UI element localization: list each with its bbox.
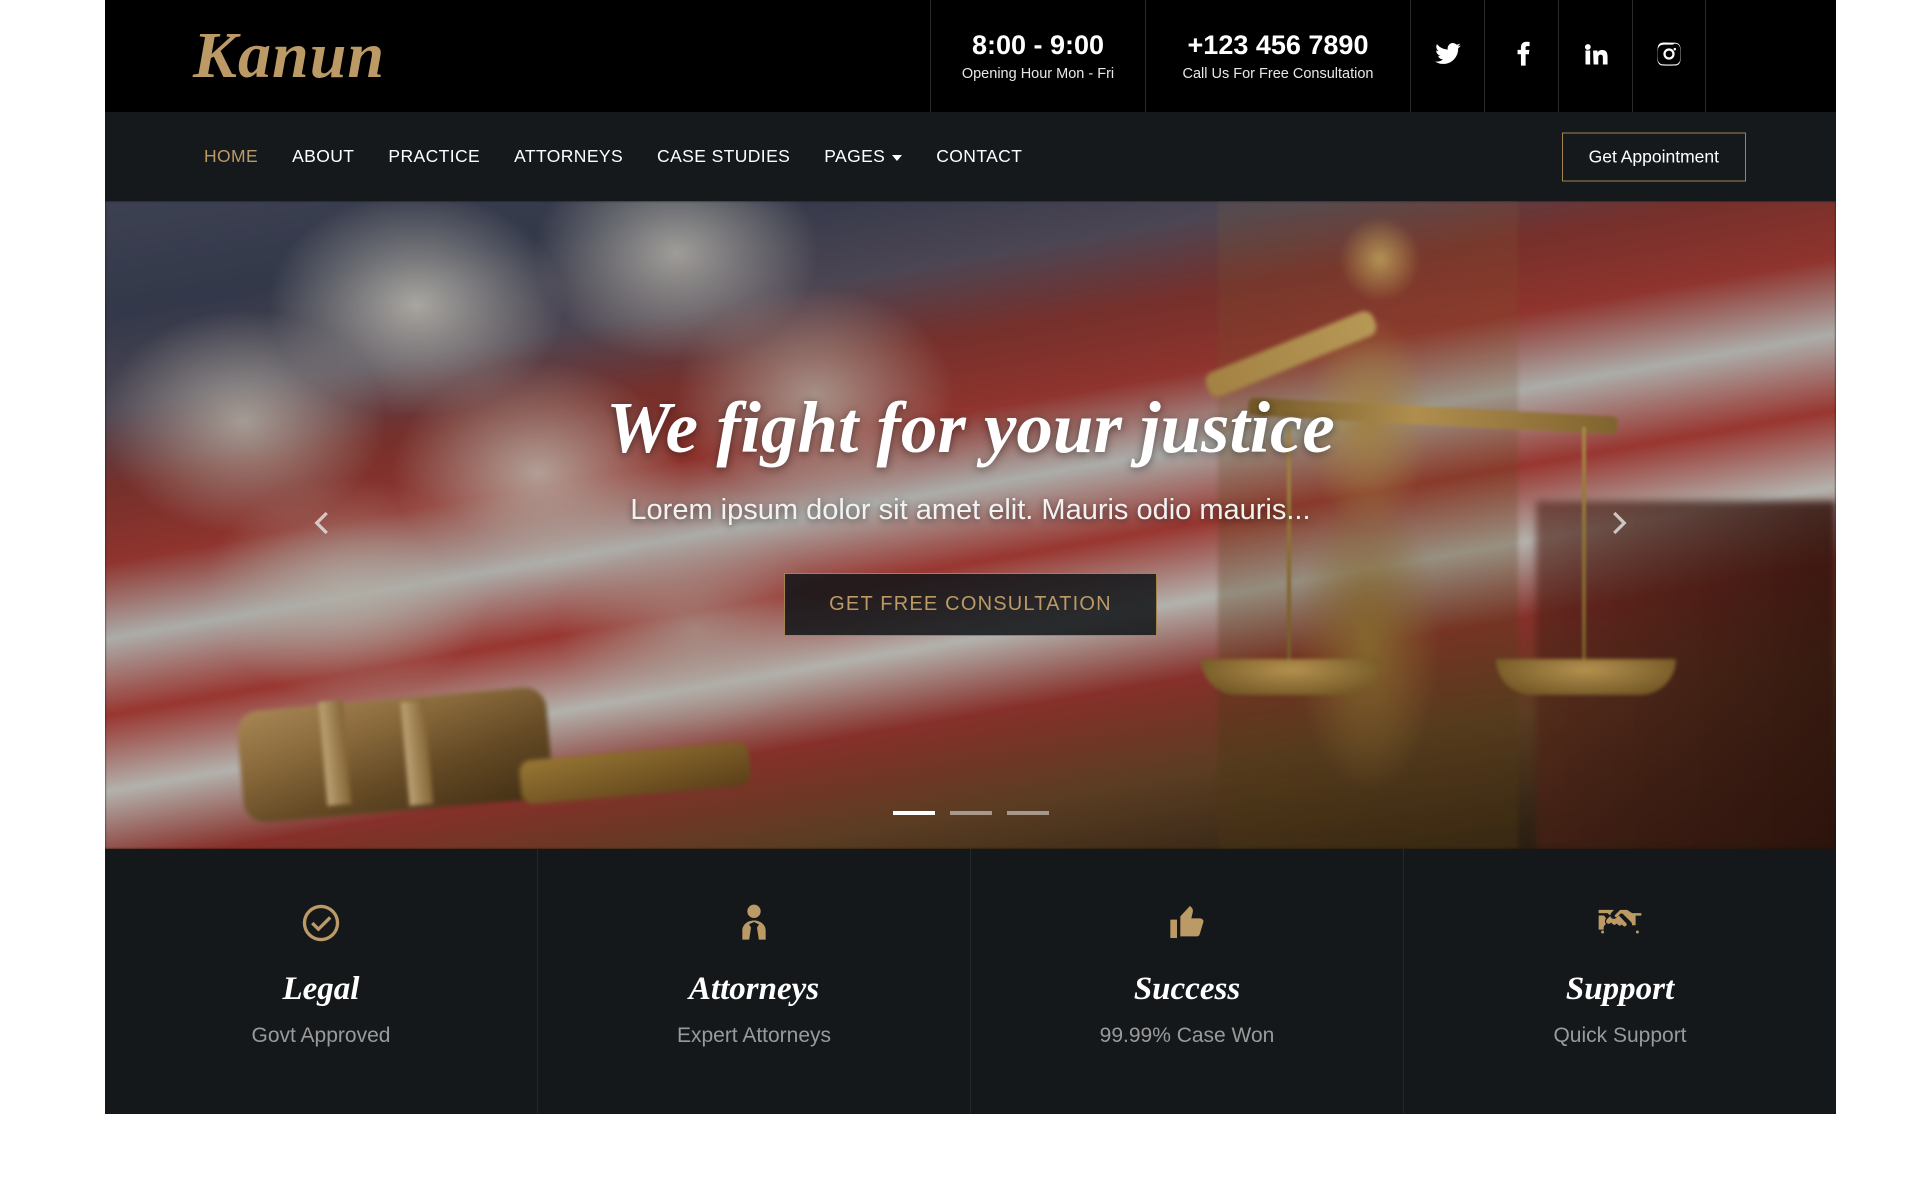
carousel-next-button[interactable] <box>1595 502 1641 548</box>
nav-item-case-studies[interactable]: CASE STUDIES <box>640 136 807 177</box>
check-circle-icon <box>300 897 342 949</box>
carousel-indicators <box>105 811 1836 815</box>
phone-number: +123 456 7890 <box>1187 29 1369 60</box>
nav-item-practice[interactable]: PRACTICE <box>371 136 497 177</box>
nav-item-label: CONTACT <box>936 146 1023 166</box>
hero-content: We fight for your justice Lorem ipsum do… <box>105 387 1836 636</box>
nav-item-attorneys[interactable]: ATTORNEYS <box>497 136 640 177</box>
carousel-indicator-3[interactable] <box>1006 811 1049 815</box>
nav-item-label: CASE STUDIES <box>657 146 791 166</box>
social-link-facebook[interactable] <box>1484 0 1558 112</box>
social-link-linkedin[interactable] <box>1558 0 1632 112</box>
feature-description: 99.99% Case Won <box>1099 1024 1275 1048</box>
nav-item-about[interactable]: ABOUT <box>275 136 371 177</box>
main-navigation: HOME ABOUT PRACTICE ATTORNEYS CASE STUDI… <box>105 112 1836 201</box>
carousel-prev-button[interactable] <box>300 502 346 548</box>
feature-card-success[interactable]: Success 99.99% Case Won <box>971 849 1404 1114</box>
feature-title: Attorneys <box>688 971 820 1007</box>
feature-description: Expert Attorneys <box>676 1024 832 1048</box>
feature-card-attorneys[interactable]: Attorneys Expert Attorneys <box>538 849 971 1114</box>
social-link-instagram[interactable] <box>1632 0 1706 112</box>
chevron-right-icon <box>1603 508 1633 543</box>
nav-item-label: PRACTICE <box>388 146 481 166</box>
social-link-twitter[interactable] <box>1410 0 1484 112</box>
top-bar: Kanun 8:00 - 9:00 Opening Hour Mon - Fri… <box>105 0 1836 112</box>
site-logo[interactable]: Kanun <box>105 0 930 112</box>
feature-title: Legal <box>282 971 360 1007</box>
get-free-consultation-button[interactable]: GET FREE CONSULTATION <box>784 572 1157 636</box>
nav-links: HOME ABOUT PRACTICE ATTORNEYS CASE STUDI… <box>187 136 1039 177</box>
nav-item-label: ATTORNEYS <box>514 146 624 166</box>
feature-description: Quick Support <box>1553 1024 1687 1048</box>
nav-item-label: HOME <box>204 146 259 166</box>
opening-hours-label: Opening Hour Mon - Fri <box>961 66 1115 83</box>
hero-title: We fight for your justice <box>606 387 1335 468</box>
features-strip: Legal Govt Approved Attorneys Expert Att… <box>105 849 1836 1114</box>
carousel-indicator-2[interactable] <box>949 811 992 815</box>
handshake-icon <box>1597 897 1643 949</box>
linkedin-icon <box>1582 40 1610 73</box>
feature-card-legal[interactable]: Legal Govt Approved <box>105 849 538 1114</box>
chevron-left-icon <box>308 508 338 543</box>
feature-title: Support <box>1565 971 1675 1007</box>
thumbs-up-icon <box>1167 897 1207 949</box>
nav-item-pages[interactable]: PAGES <box>807 136 919 177</box>
chevron-down-icon <box>892 155 903 161</box>
instagram-icon <box>1655 40 1683 73</box>
nav-item-label: PAGES <box>824 146 886 166</box>
feature-title: Success <box>1133 971 1241 1007</box>
carousel-indicator-1[interactable] <box>892 811 935 815</box>
hero-carousel: We fight for your justice Lorem ipsum do… <box>105 201 1836 849</box>
get-appointment-button[interactable]: Get Appointment <box>1561 132 1746 181</box>
feature-description: Govt Approved <box>251 1024 391 1048</box>
phone-label: Call Us For Free Consultation <box>1182 66 1374 83</box>
nav-item-home[interactable]: HOME <box>187 136 275 177</box>
user-tie-icon <box>734 897 774 949</box>
nav-item-contact[interactable]: CONTACT <box>919 136 1039 177</box>
nav-item-label: ABOUT <box>292 146 355 166</box>
phone-block[interactable]: +123 456 7890 Call Us For Free Consultat… <box>1145 0 1410 112</box>
site-page: Kanun 8:00 - 9:00 Opening Hour Mon - Fri… <box>105 0 1836 1114</box>
opening-hours-block: 8:00 - 9:00 Opening Hour Mon - Fri <box>930 0 1145 112</box>
facebook-icon <box>1508 40 1536 73</box>
logo-text: Kanun <box>193 19 386 92</box>
opening-hours-value: 8:00 - 9:00 <box>971 29 1105 60</box>
twitter-icon <box>1434 40 1462 73</box>
feature-card-support[interactable]: Support Quick Support <box>1404 849 1836 1114</box>
hero-subtitle: Lorem ipsum dolor sit amet elit. Mauris … <box>630 493 1311 526</box>
